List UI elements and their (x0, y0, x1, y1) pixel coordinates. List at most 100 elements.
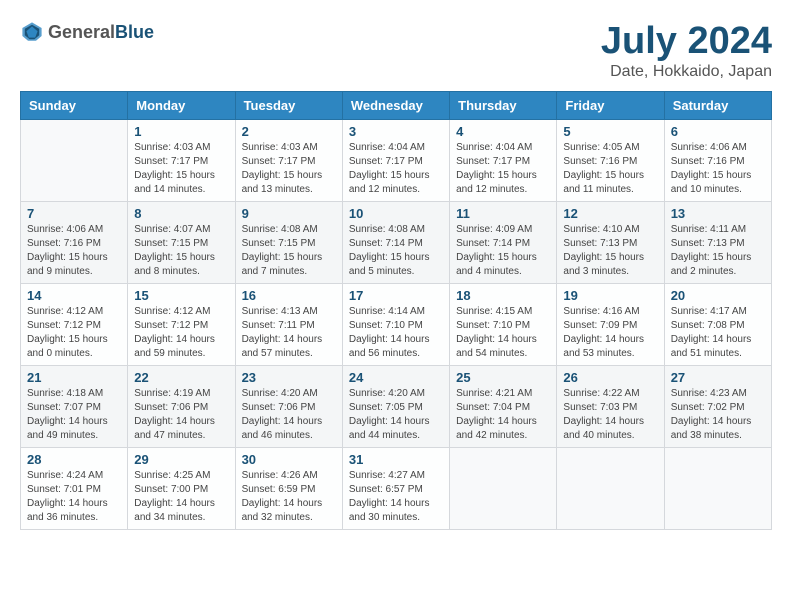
calendar-cell (21, 120, 128, 202)
sunset-text: Sunset: 7:06 PM (242, 402, 316, 413)
calendar-cell: 22Sunrise: 4:19 AMSunset: 7:06 PMDayligh… (128, 366, 235, 448)
logo-text: GeneralBlue (48, 22, 154, 43)
day-info: Sunrise: 4:09 AMSunset: 7:14 PMDaylight:… (456, 223, 550, 279)
daylight-text: and 9 minutes. (27, 266, 93, 277)
sunset-text: Sunset: 7:10 PM (456, 320, 530, 331)
daylight-text: and 38 minutes. (671, 430, 742, 441)
daylight-text: and 5 minutes. (349, 266, 415, 277)
sunrise-text: Sunrise: 4:23 AM (671, 388, 747, 399)
calendar-cell: 15Sunrise: 4:12 AMSunset: 7:12 PMDayligh… (128, 284, 235, 366)
calendar-cell: 18Sunrise: 4:15 AMSunset: 7:10 PMDayligh… (450, 284, 557, 366)
daylight-text: and 7 minutes. (242, 266, 308, 277)
logo-icon (20, 20, 44, 44)
daylight-text: Daylight: 15 hours (671, 252, 752, 263)
daylight-text: and 57 minutes. (242, 348, 313, 359)
daylight-text: Daylight: 15 hours (563, 252, 644, 263)
daylight-text: Daylight: 14 hours (456, 416, 537, 427)
day-info: Sunrise: 4:07 AMSunset: 7:15 PMDaylight:… (134, 223, 228, 279)
daylight-text: and 42 minutes. (456, 430, 527, 441)
daylight-text: Daylight: 14 hours (27, 498, 108, 509)
sunrise-text: Sunrise: 4:03 AM (242, 142, 318, 153)
day-info: Sunrise: 4:08 AMSunset: 7:14 PMDaylight:… (349, 223, 443, 279)
day-number: 29 (134, 452, 228, 467)
daylight-text: Daylight: 14 hours (27, 416, 108, 427)
week-row-4: 21Sunrise: 4:18 AMSunset: 7:07 PMDayligh… (21, 366, 772, 448)
day-number: 25 (456, 370, 550, 385)
sunrise-text: Sunrise: 4:21 AM (456, 388, 532, 399)
daylight-text: and 14 minutes. (134, 184, 205, 195)
sunset-text: Sunset: 7:16 PM (671, 156, 745, 167)
sunrise-text: Sunrise: 4:15 AM (456, 306, 532, 317)
sunset-text: Sunset: 7:09 PM (563, 320, 637, 331)
day-number: 15 (134, 288, 228, 303)
daylight-text: Daylight: 14 hours (242, 416, 323, 427)
sunset-text: Sunset: 7:17 PM (242, 156, 316, 167)
day-info: Sunrise: 4:23 AMSunset: 7:02 PMDaylight:… (671, 387, 765, 443)
calendar-cell: 5Sunrise: 4:05 AMSunset: 7:16 PMDaylight… (557, 120, 664, 202)
sunrise-text: Sunrise: 4:17 AM (671, 306, 747, 317)
sunrise-text: Sunrise: 4:19 AM (134, 388, 210, 399)
day-number: 14 (27, 288, 121, 303)
day-info: Sunrise: 4:26 AMSunset: 6:59 PMDaylight:… (242, 469, 336, 525)
daylight-text: Daylight: 14 hours (349, 498, 430, 509)
daylight-text: Daylight: 15 hours (349, 252, 430, 263)
sunrise-text: Sunrise: 4:25 AM (134, 470, 210, 481)
daylight-text: Daylight: 14 hours (242, 498, 323, 509)
sunrise-text: Sunrise: 4:24 AM (27, 470, 103, 481)
daylight-text: Daylight: 14 hours (242, 334, 323, 345)
header-thursday: Thursday (450, 92, 557, 120)
daylight-text: and 44 minutes. (349, 430, 420, 441)
calendar-cell: 4Sunrise: 4:04 AMSunset: 7:17 PMDaylight… (450, 120, 557, 202)
header-tuesday: Tuesday (235, 92, 342, 120)
sunrise-text: Sunrise: 4:27 AM (349, 470, 425, 481)
day-number: 19 (563, 288, 657, 303)
daylight-text: Daylight: 15 hours (671, 170, 752, 181)
calendar-cell: 29Sunrise: 4:25 AMSunset: 7:00 PMDayligh… (128, 448, 235, 530)
sunrise-text: Sunrise: 4:14 AM (349, 306, 425, 317)
calendar-cell: 2Sunrise: 4:03 AMSunset: 7:17 PMDaylight… (235, 120, 342, 202)
day-number: 1 (134, 124, 228, 139)
day-number: 5 (563, 124, 657, 139)
day-number: 12 (563, 206, 657, 221)
daylight-text: and 53 minutes. (563, 348, 634, 359)
day-number: 3 (349, 124, 443, 139)
sunset-text: Sunset: 7:17 PM (456, 156, 530, 167)
daylight-text: and 59 minutes. (134, 348, 205, 359)
calendar-cell: 12Sunrise: 4:10 AMSunset: 7:13 PMDayligh… (557, 202, 664, 284)
daylight-text: and 49 minutes. (27, 430, 98, 441)
calendar-cell (557, 448, 664, 530)
calendar-cell: 24Sunrise: 4:20 AMSunset: 7:05 PMDayligh… (342, 366, 449, 448)
day-info: Sunrise: 4:18 AMSunset: 7:07 PMDaylight:… (27, 387, 121, 443)
sunset-text: Sunset: 7:15 PM (242, 238, 316, 249)
daylight-text: and 46 minutes. (242, 430, 313, 441)
day-number: 31 (349, 452, 443, 467)
calendar-header: Sunday Monday Tuesday Wednesday Thursday… (21, 92, 772, 120)
calendar-cell: 6Sunrise: 4:06 AMSunset: 7:16 PMDaylight… (664, 120, 771, 202)
sunrise-text: Sunrise: 4:04 AM (456, 142, 532, 153)
sunset-text: Sunset: 7:08 PM (671, 320, 745, 331)
sunrise-text: Sunrise: 4:06 AM (27, 224, 103, 235)
logo-general: General (48, 22, 115, 42)
header-sunday: Sunday (21, 92, 128, 120)
sunrise-text: Sunrise: 4:20 AM (242, 388, 318, 399)
sunrise-text: Sunrise: 4:22 AM (563, 388, 639, 399)
daylight-text: Daylight: 14 hours (671, 334, 752, 345)
sunrise-text: Sunrise: 4:06 AM (671, 142, 747, 153)
sunrise-text: Sunrise: 4:04 AM (349, 142, 425, 153)
daylight-text: Daylight: 14 hours (134, 416, 215, 427)
sunset-text: Sunset: 7:12 PM (27, 320, 101, 331)
calendar-cell: 27Sunrise: 4:23 AMSunset: 7:02 PMDayligh… (664, 366, 771, 448)
page-header: GeneralBlue July 2024 Date, Hokkaido, Ja… (20, 20, 772, 81)
daylight-text: and 30 minutes. (349, 512, 420, 523)
day-info: Sunrise: 4:20 AM Sunset: 7:06 PM Daylight:… (242, 387, 336, 443)
week-row-5: 28Sunrise: 4:24 AMSunset: 7:01 PMDayligh… (21, 448, 772, 530)
day-info: Sunrise: 4:03 AMSunset: 7:17 PMDaylight:… (242, 141, 336, 197)
calendar-cell: 11Sunrise: 4:09 AMSunset: 7:14 PMDayligh… (450, 202, 557, 284)
sunset-text: Sunset: 7:16 PM (27, 238, 101, 249)
day-info: Sunrise: 4:03 AMSunset: 7:17 PMDaylight:… (134, 141, 228, 197)
sunset-text: Sunset: 7:01 PM (27, 484, 101, 495)
day-number: 20 (671, 288, 765, 303)
daylight-text: and 56 minutes. (349, 348, 420, 359)
logo: GeneralBlue (20, 20, 154, 44)
sunset-text: Sunset: 7:11 PM (242, 320, 315, 331)
